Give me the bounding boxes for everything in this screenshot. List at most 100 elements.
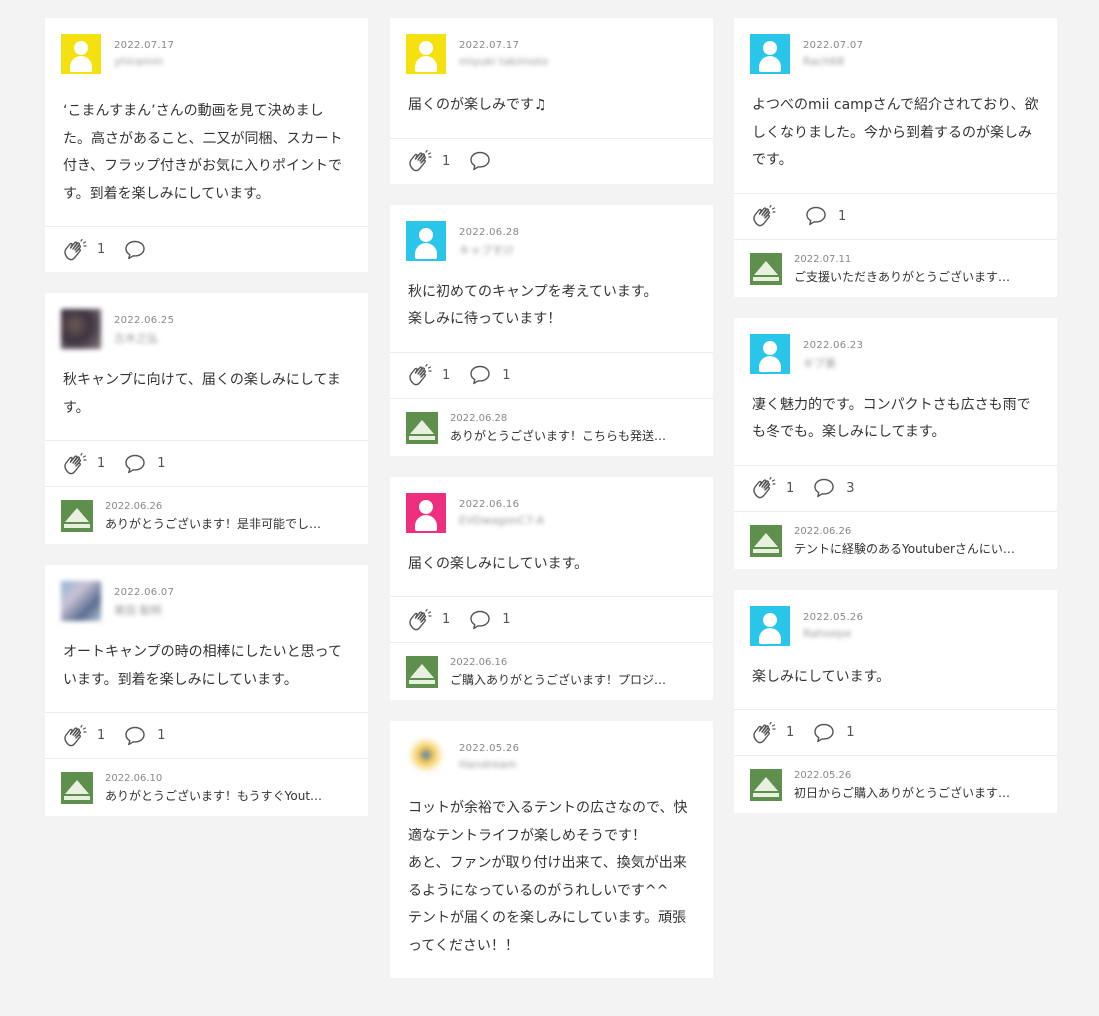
avatar[interactable]: [61, 309, 101, 349]
comment-header: 2022.07.17 miyuki takimoto: [390, 18, 713, 78]
clap-button[interactable]: 1: [63, 725, 105, 747]
speech-bubble-icon: [123, 725, 147, 747]
user-name[interactable]: ギブ美: [803, 355, 863, 371]
shop-reply[interactable]: 2022.06.26 テントに経験のあるYoutuberさんにい…: [734, 510, 1057, 569]
comment-button[interactable]: 3: [812, 477, 855, 499]
shop-reply[interactable]: 2022.06.10 ありがとうございます！もうすぐYout…: [45, 758, 368, 816]
clap-hands-icon: [408, 609, 432, 631]
avatar[interactable]: [750, 605, 790, 646]
shop-reply[interactable]: 2022.07.11 ご支援いただきありがとうございます…: [734, 238, 1057, 297]
avatar[interactable]: [61, 581, 101, 621]
comment-button[interactable]: 1: [812, 722, 855, 744]
clap-count: 1: [442, 153, 451, 169]
clap-hands-icon: [752, 722, 776, 744]
comment-button[interactable]: 1: [804, 205, 846, 227]
clap-count: 1: [97, 242, 106, 257]
comment-actions: 1: [390, 137, 713, 184]
comment-count: 1: [157, 728, 166, 743]
shop-logo-icon: [61, 772, 93, 804]
comment-button[interactable]: [468, 150, 502, 172]
comment-button[interactable]: [123, 239, 157, 261]
comment-button[interactable]: 1: [468, 364, 511, 386]
comment-column-1: 2022.07.17 yhiramm ‘こまんすまん’さんの動画を見て決めました…: [45, 18, 368, 837]
comment-header: 2022.06.28 キャプすけ: [390, 205, 713, 265]
shop-reply[interactable]: 2022.06.26 ありがとうございます！是非可能でし…: [45, 486, 368, 544]
comment-date: 2022.06.07: [114, 587, 175, 598]
clap-hands-icon: [63, 725, 87, 747]
comment-actions: 1 3: [734, 464, 1057, 511]
comment-card: 2022.06.07 東田 聡明 オートキャンプの時の相棒にしたいと思っています…: [45, 565, 368, 816]
comment-actions: 1: [45, 226, 368, 272]
comment-card: 2022.07.07 Rach68 よつべのmii campさんで紹介されており…: [734, 18, 1057, 297]
user-name[interactable]: Handream: [459, 758, 519, 771]
comment-date: 2022.05.26: [803, 611, 864, 623]
user-name[interactable]: 古木之弘: [114, 330, 174, 346]
comment-date: 2022.06.16: [459, 498, 520, 510]
clap-button[interactable]: [752, 205, 786, 227]
avatar[interactable]: [406, 492, 446, 533]
comment-text: 届くのが楽しみです♫: [408, 97, 547, 113]
reply-text: ありがとうございます！もうすぐYout…: [105, 789, 323, 803]
shop-logo-icon: [750, 769, 782, 801]
comment-text: よつべのmii campさんで紹介されており、欲しくなりました。今から到着するの…: [752, 97, 1039, 168]
comment-actions: 1 1: [45, 440, 368, 486]
clap-button[interactable]: 1: [408, 609, 450, 631]
clap-button[interactable]: 1: [752, 722, 794, 744]
user-name[interactable]: Rach68: [803, 55, 863, 68]
clap-button[interactable]: 1: [752, 477, 794, 499]
user-name[interactable]: miyuki takimoto: [459, 55, 548, 68]
shop-reply[interactable]: 2022.06.28 ありがとうございます！こちらも発送…: [390, 397, 713, 456]
avatar[interactable]: [406, 34, 446, 74]
shop-logo-icon: [406, 656, 438, 688]
shop-logo-icon: [61, 500, 93, 532]
speech-bubble-icon: [123, 239, 147, 261]
comment-card: 2022.07.17 yhiramm ‘こまんすまん’さんの動画を見て決めました…: [45, 18, 368, 272]
comment-text: 凄く魅力的です。コンパクトさも広さも雨でも冬でも。楽しみにしてます。: [752, 396, 1031, 441]
comment-count: 1: [846, 725, 855, 740]
comment-card: 2022.06.25 古木之弘 秋キャンプに向けて、届くの楽しみにしてます。 1…: [45, 293, 368, 544]
speech-bubble-icon: [804, 205, 828, 227]
reply-text: ありがとうございます！こちらも発送…: [450, 428, 667, 443]
comment-text: オートキャンプの時の相棒にしたいと思っています。到着を楽しみにしています。: [63, 644, 342, 688]
comment-button[interactable]: 1: [123, 453, 166, 475]
speech-bubble-icon: [812, 722, 836, 744]
clap-count: 1: [97, 728, 106, 743]
user-name[interactable]: yhiramm: [114, 55, 174, 68]
comment-date: 2022.06.25: [114, 315, 175, 326]
clap-hands-icon: [63, 453, 87, 475]
clap-hands-icon: [63, 239, 87, 261]
comment-date: 2022.07.07: [803, 40, 864, 51]
avatar[interactable]: [750, 34, 790, 74]
user-name[interactable]: 東田 聡明: [114, 602, 174, 618]
comment-date: 2022.06.23: [803, 339, 864, 351]
reply-date: 2022.06.10: [105, 773, 163, 784]
user-name[interactable]: キャプすけ: [459, 242, 519, 258]
comment-button[interactable]: 1: [123, 725, 166, 747]
shop-reply[interactable]: 2022.05.26 初日からご購入ありがとうございます…: [734, 755, 1057, 813]
user-name[interactable]: EVDwagonC7-A: [459, 514, 544, 527]
comment-button[interactable]: 1: [468, 609, 511, 631]
avatar[interactable]: [61, 34, 101, 74]
shop-reply[interactable]: 2022.06.16 ご購入ありがとうございます！プロジ…: [390, 642, 713, 700]
clap-button[interactable]: 1: [63, 453, 105, 475]
comment-actions: 1: [734, 192, 1057, 239]
user-name[interactable]: Rahoepe: [803, 627, 863, 640]
avatar[interactable]: [750, 333, 790, 374]
user-silhouette-icon: [763, 340, 777, 355]
clap-button[interactable]: 1: [408, 364, 450, 386]
comment-card: 2022.07.17 miyuki takimoto 届くのが楽しみです♫ 1: [390, 18, 713, 184]
comment-card: 2022.06.23 ギブ美 凄く魅力的です。コンパクトさも広さも雨でも冬でも。…: [734, 317, 1057, 569]
avatar[interactable]: [406, 737, 446, 777]
comment-text: 届くの楽しみにしています。: [408, 555, 589, 572]
avatar[interactable]: [406, 220, 446, 261]
clap-button[interactable]: 1: [63, 239, 105, 261]
user-silhouette-icon: [419, 41, 433, 55]
reply-text: ご購入ありがとうございます！プロジ…: [450, 673, 667, 687]
clap-button[interactable]: 1: [408, 150, 450, 172]
comment-date: 2022.05.26: [459, 743, 520, 754]
reply-text: ありがとうございます！是非可能でし…: [105, 517, 322, 531]
speech-bubble-icon: [123, 453, 147, 475]
comment-text: 楽しみにしています。: [752, 668, 891, 685]
comment-count: 3: [846, 480, 855, 496]
reply-text: ご支援いただきありがとうございます…: [794, 269, 1011, 284]
